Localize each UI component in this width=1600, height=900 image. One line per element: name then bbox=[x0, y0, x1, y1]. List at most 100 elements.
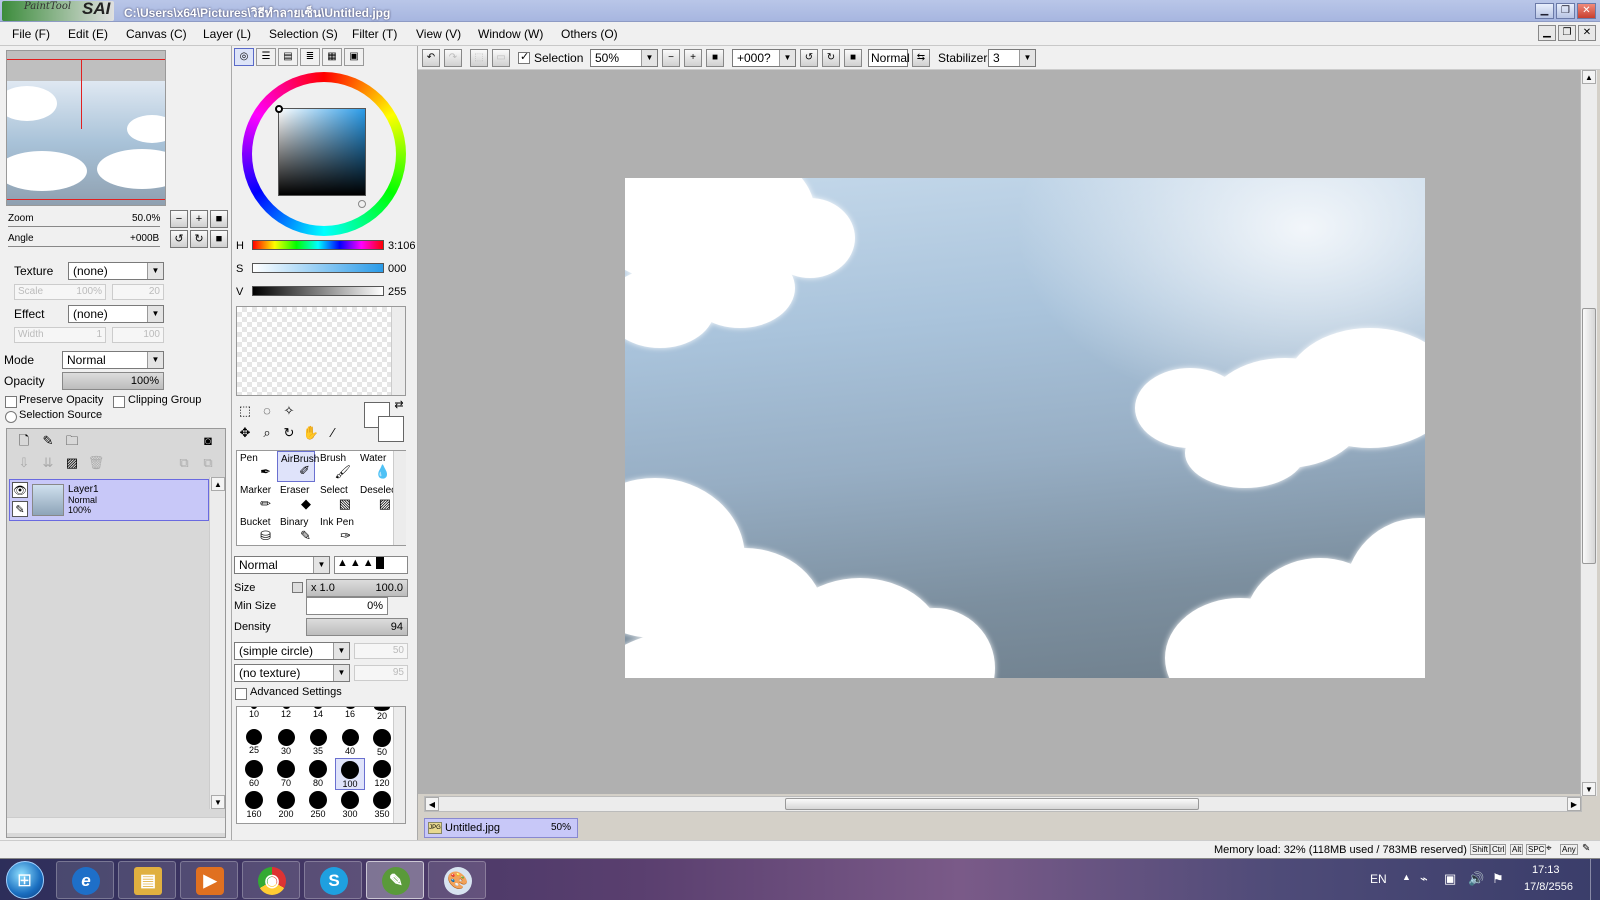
color-mixer-tab[interactable]: ≣ bbox=[300, 48, 320, 66]
brush-size-35[interactable]: 35 bbox=[303, 729, 333, 756]
layer-row[interactable]: 👁 ✎ Layer1 Normal 100% bbox=[9, 479, 209, 521]
eyedropper-icon[interactable]: ⁄ bbox=[324, 424, 342, 442]
swap-colors-icon[interactable]: ⇄ bbox=[390, 396, 408, 414]
flip-view-button[interactable]: ⇆ bbox=[912, 49, 930, 67]
layer-mask-icon[interactable]: ◙ bbox=[199, 432, 217, 450]
clock-date[interactable]: 17/8/2556 bbox=[1524, 881, 1573, 893]
brush-size-70[interactable]: 70 bbox=[271, 760, 301, 788]
menu-layer[interactable]: Layer (L) bbox=[203, 27, 251, 41]
brush-edge-selector[interactable]: ▲▲▲■ bbox=[334, 556, 408, 574]
secondary-color-swatch[interactable] bbox=[378, 416, 404, 442]
tool-marker[interactable]: Marker ✏ bbox=[237, 483, 275, 514]
swatches-tab[interactable]: ▦ bbox=[322, 48, 342, 66]
lasso-icon[interactable]: ◌ bbox=[258, 402, 276, 420]
magic-wand-icon[interactable]: ✧ bbox=[280, 402, 298, 420]
toolbar-rotate-left-button[interactable]: ↺ bbox=[800, 49, 818, 67]
saturation-value-square[interactable] bbox=[275, 105, 366, 196]
new-folder-icon[interactable]: 🗀 bbox=[63, 432, 81, 450]
menu-others[interactable]: Others (O) bbox=[561, 27, 618, 41]
scratchpad[interactable] bbox=[236, 306, 406, 396]
mdi-minimize-button[interactable]: ▁ bbox=[1538, 25, 1556, 41]
tool-eraser[interactable]: Eraser ◆ bbox=[277, 483, 315, 514]
brush-size-25[interactable]: 25 bbox=[239, 729, 269, 755]
brush-texture-dropdown[interactable]: (no texture) ▼ bbox=[234, 664, 350, 682]
close-button[interactable]: ✕ bbox=[1577, 3, 1596, 19]
angle-slider[interactable] bbox=[8, 246, 160, 247]
min-size-slider[interactable]: 0% bbox=[306, 597, 388, 615]
taskbar-app-skype[interactable]: S bbox=[304, 861, 362, 899]
brush-size-200[interactable]: 200 bbox=[271, 791, 301, 819]
menu-window[interactable]: Window (W) bbox=[478, 27, 543, 41]
brush-size-80[interactable]: 80 bbox=[303, 760, 333, 788]
network-disabled-icon[interactable]: ⌁ bbox=[1420, 871, 1428, 887]
tool-pen[interactable]: Pen ✒ bbox=[237, 451, 275, 482]
toolbar-rotate-reset-button[interactable]: ■ bbox=[844, 49, 862, 67]
brush-size-40[interactable]: 40 bbox=[335, 729, 365, 756]
merge-down-icon[interactable]: ⇊ bbox=[39, 454, 57, 472]
sv-marker[interactable] bbox=[275, 105, 283, 113]
transfer-down-icon[interactable]: ⇩ bbox=[15, 454, 33, 472]
hand-icon[interactable]: ✋ bbox=[302, 424, 320, 442]
merge-visible-icon[interactable]: ⧉ bbox=[175, 454, 193, 472]
rect-select-icon[interactable]: ⬚ bbox=[236, 402, 254, 420]
clear-layer-icon[interactable]: ▨ bbox=[63, 454, 81, 472]
brush-size-scrollbar[interactable] bbox=[393, 707, 405, 823]
brush-size-30[interactable]: 30 bbox=[271, 729, 301, 756]
brush-size-10[interactable]: 10 bbox=[239, 707, 269, 719]
language-indicator[interactable]: EN bbox=[1370, 872, 1387, 886]
texture-dropdown[interactable]: (none) ▼ bbox=[68, 262, 164, 280]
drawing-canvas[interactable] bbox=[625, 178, 1425, 678]
redo-button[interactable]: ↷ bbox=[444, 49, 462, 67]
rgb-slider-tab[interactable]: ☰ bbox=[256, 48, 276, 66]
angle-dropdown[interactable]: +000? ▼ bbox=[732, 49, 796, 67]
taskbar-app-media-player[interactable]: ▶ bbox=[180, 861, 238, 899]
taskbar-app-chrome[interactable]: ◉ bbox=[242, 861, 300, 899]
advanced-settings-checkbox[interactable] bbox=[235, 688, 247, 700]
clipping-group-checkbox[interactable] bbox=[113, 396, 125, 408]
taskbar-app-internet-explorer[interactable]: e bbox=[56, 861, 114, 899]
zoom-dropdown[interactable]: 50% ▼ bbox=[590, 49, 658, 67]
brush-size-160[interactable]: 160 bbox=[239, 791, 269, 819]
invert-selection-button[interactable]: ▭ bbox=[492, 49, 510, 67]
tool-bucket[interactable]: Bucket ⛁ bbox=[237, 515, 275, 546]
layer-hscrollbar[interactable] bbox=[7, 817, 225, 833]
scroll-down-arrow[interactable]: ▼ bbox=[1582, 782, 1596, 796]
brush-size-16[interactable]: 16 bbox=[335, 707, 365, 719]
vertical-scroll-thumb[interactable] bbox=[1582, 308, 1596, 564]
show-hidden-icons-icon[interactable]: ▲ bbox=[1402, 872, 1411, 882]
rotate-icon[interactable]: ↻ bbox=[280, 424, 298, 442]
canvas-area[interactable] bbox=[418, 70, 1582, 794]
hue-slider[interactable] bbox=[252, 240, 384, 250]
mdi-close-button[interactable]: ✕ bbox=[1578, 25, 1596, 41]
brush-mode-dropdown[interactable]: Normal ▼ bbox=[234, 556, 330, 574]
scroll-down-arrow[interactable]: ▼ bbox=[211, 795, 225, 809]
tool-water[interactable]: Water 💧 bbox=[357, 451, 395, 482]
flatten-icon[interactable]: ⧉ bbox=[199, 454, 217, 472]
effect-dropdown[interactable]: (none) ▼ bbox=[68, 305, 164, 323]
document-tab[interactable]: JPG Untitled.jpg 50% bbox=[424, 818, 578, 838]
hsv-slider-tab[interactable]: ▤ bbox=[278, 48, 298, 66]
taskbar-app-file-explorer[interactable]: ▤ bbox=[118, 861, 176, 899]
menu-canvas[interactable]: Canvas (C) bbox=[126, 27, 187, 41]
maximize-button[interactable]: ❐ bbox=[1556, 3, 1575, 19]
undo-button[interactable]: ↶ bbox=[422, 49, 440, 67]
brush-size-300[interactable]: 300 bbox=[335, 791, 365, 819]
menu-edit[interactable]: Edit (E) bbox=[68, 27, 108, 41]
brush-size-60[interactable]: 60 bbox=[239, 760, 269, 788]
pen-lock-icon[interactable]: ✎ bbox=[12, 501, 28, 517]
canvas-horizontal-scrollbar[interactable]: ◀ ▶ bbox=[424, 796, 1582, 812]
brush-size-12[interactable]: 12 bbox=[271, 707, 301, 719]
scroll-left-arrow[interactable]: ◀ bbox=[425, 797, 439, 811]
network-icon[interactable]: ▣ bbox=[1444, 871, 1456, 887]
rotate-right-button[interactable]: ↻ bbox=[190, 230, 208, 248]
eye-icon[interactable]: 👁 bbox=[12, 482, 28, 498]
navigator-preview[interactable] bbox=[6, 50, 166, 206]
brush-shape-dropdown[interactable]: (simple circle) ▼ bbox=[234, 642, 350, 660]
minimize-button[interactable]: ▁ bbox=[1535, 3, 1554, 19]
size-slider[interactable]: x 1.0 100.0 bbox=[306, 579, 408, 597]
menu-filter[interactable]: Filter (T) bbox=[352, 27, 397, 41]
start-button[interactable]: ⊞ bbox=[6, 861, 44, 899]
brush-size-14[interactable]: 14 bbox=[303, 707, 333, 719]
layer-scrollbar[interactable]: ▲ ▼ bbox=[209, 477, 225, 809]
tool-select[interactable]: Select ▧ bbox=[317, 483, 355, 514]
